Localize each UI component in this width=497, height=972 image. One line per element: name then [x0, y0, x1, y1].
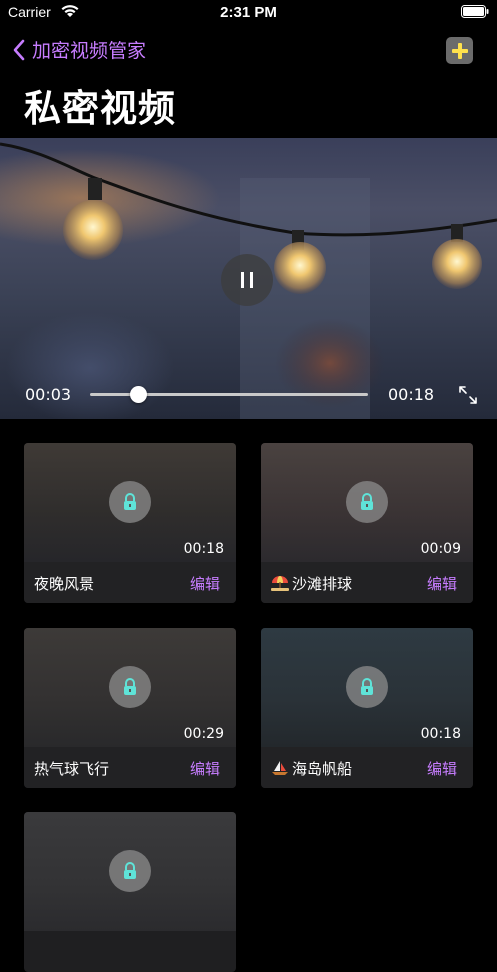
video-card[interactable]: [24, 812, 236, 972]
video-name: 夜晚风景: [34, 575, 95, 593]
fullscreen-icon[interactable]: [456, 383, 480, 407]
edit-button[interactable]: 编辑: [190, 758, 220, 779]
lock-icon: [124, 493, 136, 510]
battery-icon: [461, 5, 489, 18]
beach-umbrella-icon: [271, 576, 289, 591]
status-time: 2:31 PM: [220, 4, 277, 21]
progress-knob[interactable]: [130, 386, 147, 403]
video-duration: 00:29: [183, 726, 224, 742]
video-player[interactable]: 00:03 00:18: [0, 138, 497, 419]
navigation-bar: 加密视频管家: [0, 30, 497, 74]
status-bar: Carrier 2:31 PM: [0, 0, 497, 26]
current-time: 00:03: [25, 385, 72, 404]
card-caption: 热气球飞行 编辑: [24, 747, 236, 788]
page-title: 私密视频: [24, 87, 176, 130]
video-name: 海岛帆船: [271, 758, 352, 779]
video-name: 热气球飞行: [34, 760, 110, 778]
card-caption: 夜晚风景 编辑: [24, 562, 236, 603]
video-card[interactable]: 00:18 海岛帆船 编辑: [261, 628, 473, 788]
sailboat-icon: [272, 761, 288, 775]
lock-button[interactable]: [346, 666, 388, 708]
lock-button[interactable]: [109, 481, 151, 523]
video-card[interactable]: 00:29 热气球飞行 编辑: [24, 628, 236, 788]
video-name: 沙滩排球: [271, 573, 352, 594]
video-name-text: 沙滩排球: [292, 575, 353, 593]
back-button[interactable]: 加密视频管家: [12, 36, 146, 63]
back-label: 加密视频管家: [32, 40, 147, 62]
lock-button[interactable]: [109, 666, 151, 708]
card-caption: 海岛帆船 编辑: [261, 747, 473, 788]
add-video-button[interactable]: [446, 37, 473, 64]
lock-icon: [124, 678, 136, 695]
video-card[interactable]: 00:18 夜晚风景 编辑: [24, 443, 236, 603]
pause-button[interactable]: [221, 254, 273, 306]
lock-button[interactable]: [346, 481, 388, 523]
lock-icon: [124, 862, 136, 879]
video-duration: 00:18: [420, 726, 461, 742]
card-caption: 沙滩排球 编辑: [261, 562, 473, 603]
edit-button[interactable]: 编辑: [427, 758, 457, 779]
lock-icon: [361, 678, 373, 695]
plus-icon: [451, 42, 468, 59]
video-card[interactable]: 00:09 沙滩排球 编辑: [261, 443, 473, 603]
edit-button[interactable]: 编辑: [427, 573, 457, 594]
edit-button[interactable]: 编辑: [190, 573, 220, 594]
duration-time: 00:18: [388, 385, 435, 404]
pause-icon: [241, 272, 253, 288]
lock-icon: [361, 493, 373, 510]
video-name-text: 海岛帆船: [292, 760, 353, 778]
lock-button[interactable]: [109, 850, 151, 892]
video-duration: 00:18: [183, 541, 224, 557]
chevron-left-icon: [13, 39, 25, 60]
video-duration: 00:09: [420, 541, 461, 557]
